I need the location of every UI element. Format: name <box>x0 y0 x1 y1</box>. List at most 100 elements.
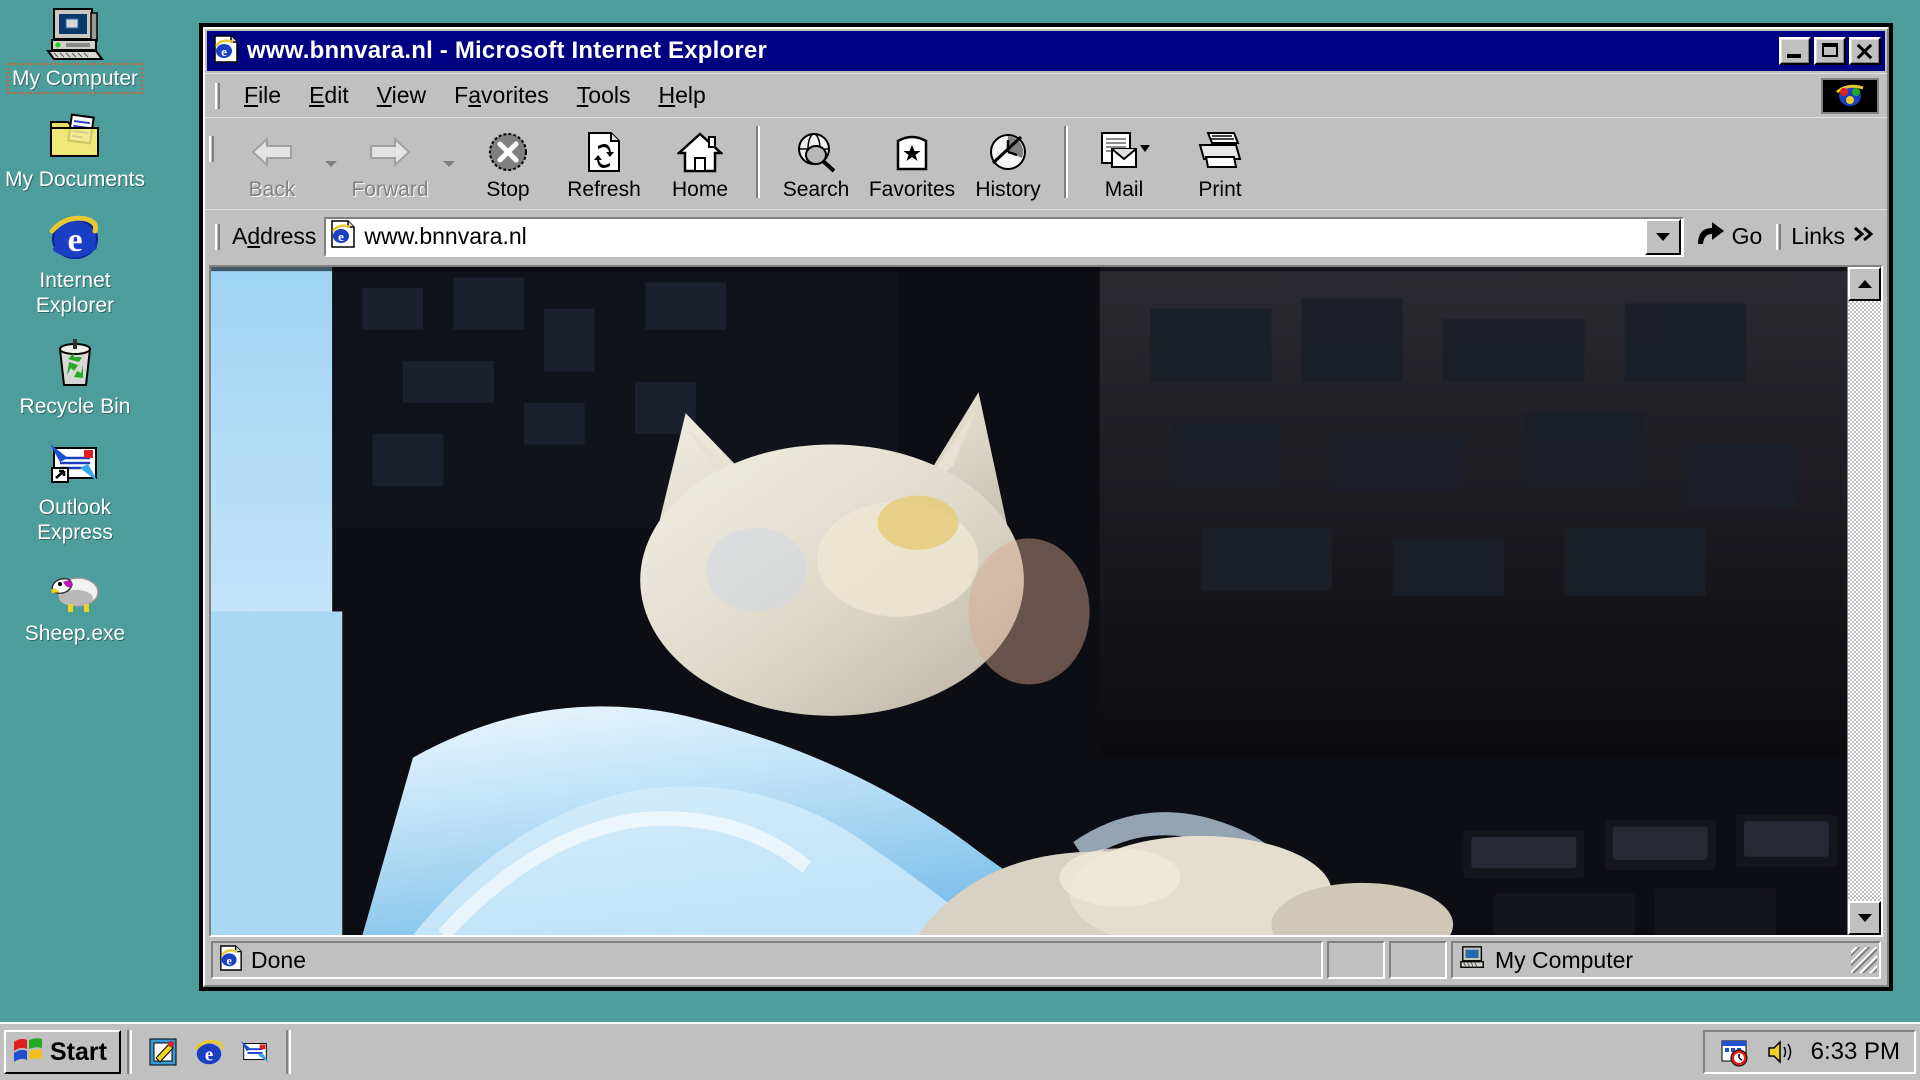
home-button[interactable]: Home <box>652 122 748 202</box>
desktop-icon-outlook-express[interactable]: Outlook Express <box>0 433 150 545</box>
links-label: Links <box>1791 223 1845 249</box>
desktop-icon-my-documents[interactable]: My Documents <box>0 105 150 192</box>
taskbar-clock[interactable]: 6:33 PM <box>1811 1038 1900 1066</box>
desktop-icon-internet-explorer[interactable]: e Internet Explorer <box>0 206 150 318</box>
forward-dropdown-icon[interactable] <box>438 122 460 168</box>
address-input[interactable]: e www.bnnvara.nl <box>324 216 1684 257</box>
notepad-pencil-icon[interactable] <box>146 1035 180 1069</box>
recycle-bin-icon <box>0 332 150 394</box>
go-arrow-icon <box>1694 220 1726 253</box>
address-value: www.bnnvara.nl <box>364 223 527 249</box>
outlook-express-icon <box>0 433 150 495</box>
favorites-folder-icon <box>892 128 932 176</box>
sheep-icon <box>0 559 150 621</box>
taskbar-divider-2[interactable] <box>285 1030 291 1074</box>
cat-on-keyboard-photo <box>211 267 1847 935</box>
outlook-express-icon[interactable] <box>238 1035 272 1069</box>
mail-label: Mail <box>1104 178 1144 201</box>
history-label: History <box>975 178 1041 201</box>
desktop-icon-recycle-bin[interactable]: Recycle Bin <box>0 332 150 419</box>
menu-favorites[interactable]: Favorites <box>440 79 563 112</box>
links-button[interactable]: Links <box>1791 223 1881 250</box>
scroll-up-button[interactable] <box>1848 267 1881 301</box>
ie-document-icon: e <box>213 34 239 68</box>
chevron-down-icon[interactable] <box>1644 218 1681 255</box>
desktop-icon-label: My Computer <box>6 63 144 94</box>
status-pane-3 <box>1389 941 1447 979</box>
history-clock-icon <box>987 128 1029 176</box>
scheduler-clock-icon[interactable] <box>1719 1036 1751 1068</box>
computer-small-icon <box>1459 945 1487 976</box>
menu-bar: File Edit View Favorites Tools Help <box>205 73 1887 117</box>
svg-text:e: e <box>339 229 345 244</box>
desktop-icon-label: Sheep.exe <box>24 622 126 645</box>
close-button[interactable] <box>1849 37 1881 65</box>
svg-text:e: e <box>67 222 82 259</box>
windows-flag-icon <box>12 1036 44 1069</box>
refresh-button[interactable]: Refresh <box>556 122 652 202</box>
chevron-double-right-icon <box>1853 225 1875 248</box>
print-button[interactable]: Print <box>1172 122 1268 202</box>
window-controls <box>1779 37 1881 65</box>
forward-button[interactable]: Forward <box>342 122 438 202</box>
triangle-up-icon <box>1857 280 1872 288</box>
vertical-scrollbar[interactable] <box>1847 267 1881 935</box>
addressbar-grip[interactable] <box>215 223 220 250</box>
internet-explorer-window[interactable]: e www.bnnvara.nl - Microsoft Internet Ex… <box>200 24 1892 990</box>
forward-label: Forward <box>351 178 429 201</box>
links-grip[interactable] <box>1776 223 1782 250</box>
start-button[interactable]: Start <box>4 1030 121 1074</box>
resize-grip[interactable] <box>1851 947 1877 973</box>
history-button[interactable]: History <box>960 122 1056 202</box>
go-label: Go <box>1731 223 1763 249</box>
back-button[interactable]: Back <box>224 122 320 202</box>
mail-button[interactable]: Mail <box>1076 122 1172 202</box>
menu-edit[interactable]: Edit <box>295 79 363 112</box>
toolbar-separator <box>756 126 760 198</box>
search-button[interactable]: Search <box>768 122 864 202</box>
stop-button[interactable]: Stop <box>460 122 556 202</box>
toolbar-separator-2 <box>1064 126 1068 198</box>
security-zone-pane[interactable]: My Computer <box>1451 941 1881 979</box>
desktop[interactable]: My Computer My Documents e Internet Expl… <box>0 0 1920 1080</box>
back-dropdown-icon[interactable] <box>320 122 342 168</box>
taskbar-divider[interactable] <box>126 1030 132 1074</box>
stop-x-icon <box>487 128 529 176</box>
start-label: Start <box>50 1037 107 1066</box>
ie-document-icon: e <box>219 944 243 976</box>
refresh-icon <box>586 128 622 176</box>
status-pane-2 <box>1327 941 1385 979</box>
quick-launch-bar: e <box>138 1035 280 1069</box>
address-bar: Address e www.bnnvara.nl Go Links <box>205 209 1887 263</box>
speaker-icon[interactable] <box>1765 1036 1797 1068</box>
ie-animated-logo-icon <box>1821 78 1879 114</box>
scrollbar-track[interactable] <box>1848 301 1881 901</box>
printer-icon <box>1196 128 1244 176</box>
go-button[interactable]: Go <box>1684 215 1773 259</box>
home-label: Home <box>671 178 729 201</box>
page-content-area[interactable] <box>209 265 1883 937</box>
taskbar: Start e 6:33 PM <box>0 1022 1920 1080</box>
maximize-button[interactable] <box>1814 37 1846 65</box>
scroll-down-button[interactable] <box>1848 901 1881 935</box>
ie-document-icon: e <box>330 220 356 253</box>
status-message-pane: e Done <box>211 941 1323 979</box>
print-label: Print <box>1198 178 1242 201</box>
menu-file[interactable]: File <box>230 79 295 112</box>
menu-view[interactable]: View <box>363 79 440 112</box>
toolbar-grip[interactable] <box>209 136 214 162</box>
desktop-icon-my-computer[interactable]: My Computer <box>0 4 150 94</box>
menu-tools[interactable]: Tools <box>563 79 645 112</box>
home-icon <box>677 128 723 176</box>
minimize-button[interactable] <box>1779 37 1811 65</box>
refresh-label: Refresh <box>567 178 641 201</box>
internet-explorer-icon[interactable]: e <box>192 1035 226 1069</box>
window-titlebar[interactable]: e www.bnnvara.nl - Microsoft Internet Ex… <box>207 31 1885 71</box>
svg-text:e: e <box>205 1044 213 1065</box>
security-zone-text: My Computer <box>1495 946 1634 973</box>
menubar-grip[interactable] <box>215 82 220 109</box>
menu-help[interactable]: Help <box>644 79 719 112</box>
favorites-button[interactable]: Favorites <box>864 122 960 202</box>
desktop-icon-sheep-exe[interactable]: Sheep.exe <box>0 559 150 646</box>
computer-icon <box>0 4 150 66</box>
